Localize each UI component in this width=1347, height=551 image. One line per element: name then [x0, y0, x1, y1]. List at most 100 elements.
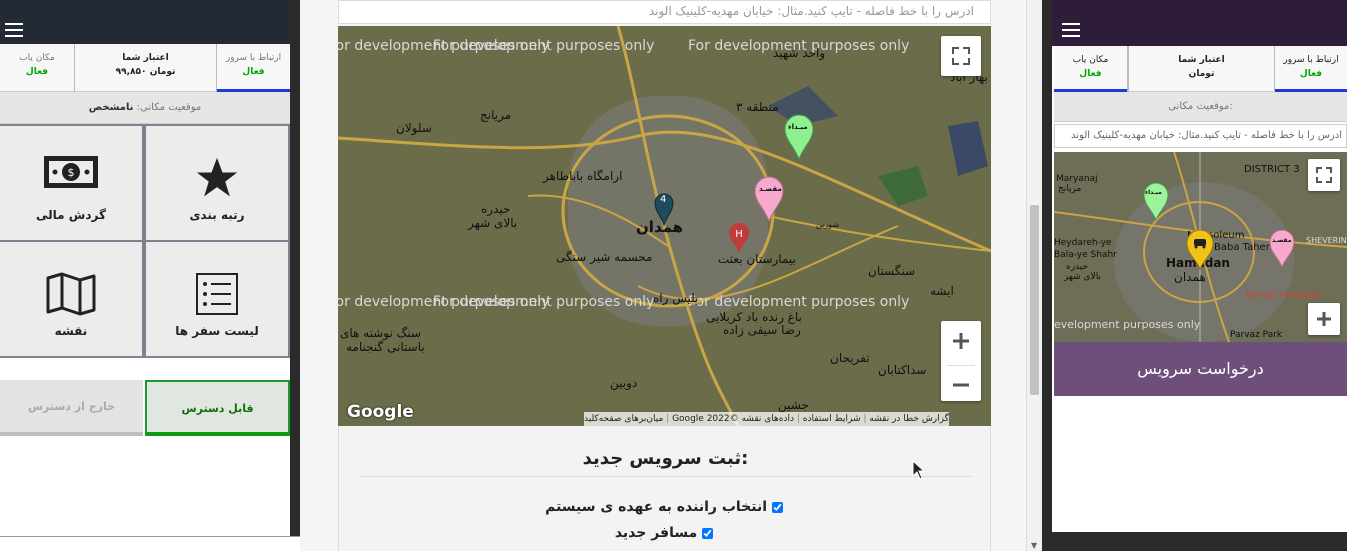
checkbox-new-passenger-label: مسافر جدید	[614, 525, 698, 541]
available-button[interactable]: قابل دسترس	[145, 380, 290, 436]
destination-marker-label: مقصـد	[1272, 237, 1292, 244]
tab-gps-status: فعال	[25, 67, 49, 77]
tab-gps[interactable]: مکان یاب فعال	[1054, 46, 1128, 92]
map-label: شورین	[816, 220, 840, 229]
zoom-in-icon	[1317, 312, 1331, 326]
dev-watermark: evelopment purposes only	[1054, 318, 1201, 331]
map-label: محسمه شیر سنگی	[556, 250, 653, 264]
map-label: تفریجان	[830, 351, 870, 365]
main-map[interactable]: For development purposes only For develo…	[338, 26, 991, 426]
map-label: دوبین	[610, 376, 638, 390]
tab-server[interactable]: ارتباط با سرور فعال	[216, 44, 290, 92]
scrollbar-thumb[interactable]	[1030, 205, 1039, 395]
mini-map[interactable]: DISTRICT 3 Maryanaj مریانج Mausoleum Bab…	[1054, 152, 1347, 342]
checkbox-new-passenger[interactable]: مسافر جدید	[539, 525, 789, 541]
left-app-header	[0, 0, 290, 44]
mouse-cursor-icon	[912, 460, 926, 480]
map-label: منطقه ۳	[736, 100, 779, 114]
tab-credit-title: اعتبار شما	[1178, 55, 1225, 65]
dev-watermark: For development purposes only	[433, 294, 655, 310]
zoom-out-icon[interactable]	[941, 366, 981, 405]
tab-gps-status: فعال	[1079, 69, 1102, 79]
scroll-down-icon[interactable]: ▼	[1031, 541, 1037, 550]
location-row: موقعیت مکانی: نامشخص	[0, 92, 290, 124]
menu-finance[interactable]: $ گردش مالی	[0, 124, 144, 242]
checkbox-auto-driver[interactable]: انتخاب راننده به عهده ی سیستم	[539, 499, 789, 515]
map-label: سنگستان	[868, 264, 916, 278]
zoom-in-button[interactable]	[1308, 303, 1340, 335]
origin-marker-label: مبـداء	[788, 123, 808, 131]
attribution-data: داده‌های نقشه ©2022 Google	[672, 414, 795, 424]
map-label: سنگ نوشته های	[340, 326, 422, 340]
map-label: همدان	[1174, 270, 1206, 284]
origin-marker[interactable]	[784, 114, 814, 160]
zoom-in-icon[interactable]	[941, 321, 981, 361]
tab-credit[interactable]: اعتبار شما تومان	[1128, 46, 1274, 92]
form-title: ثبت سرویس جدید:	[582, 448, 749, 469]
checkbox-auto-driver-label: انتخاب راننده به عهده ی سیستم	[545, 499, 768, 515]
right-app-blank-area	[1054, 396, 1347, 532]
menu-map[interactable]: نقشه	[0, 240, 144, 358]
menu-map-label: نقشه	[54, 324, 88, 338]
checkbox-auto-driver-box[interactable]	[771, 501, 783, 513]
tab-server[interactable]: ارتباط با سرور فعال	[1274, 46, 1347, 92]
map-label: DISTRICT 3	[1244, 164, 1300, 175]
cluster-count: 4	[660, 194, 667, 205]
fullscreen-button[interactable]	[941, 36, 981, 76]
left-bottom-bar	[0, 536, 300, 551]
map-label: Baba Taher	[1214, 242, 1270, 253]
attribution-report[interactable]: گزارش خطا در نقشه	[869, 414, 949, 424]
tab-gps[interactable]: مکان یاب فعال	[0, 44, 74, 92]
taxi-marker[interactable]	[1186, 230, 1214, 270]
right-app-header	[1052, 0, 1347, 46]
availability-buttons: خارج از دسترس قابل دسترس	[0, 380, 290, 436]
tab-server-title: ارتباط با سرور	[225, 53, 282, 63]
address-input[interactable]: ادرس را با خط فاصله - تایپ کنید.مثال: خی…	[1054, 124, 1347, 148]
fullscreen-icon	[1316, 167, 1332, 183]
location-label: موقعیت مکانی:	[136, 102, 202, 113]
attribution-terms[interactable]: شرایط استفاده	[803, 414, 861, 424]
map-icon	[46, 272, 96, 316]
new-service-form: ثبت سرویس جدید: انتخاب راننده به عهده ی …	[338, 426, 991, 551]
right-phone-bottom	[1052, 532, 1347, 551]
map-label: حیدره	[1066, 262, 1089, 272]
unavailable-button[interactable]: خارج از دسترس	[0, 380, 143, 436]
tab-credit-value: ۹۹,۸۵۰ تومان	[115, 67, 176, 77]
star-icon	[196, 157, 238, 197]
map-label: بیمارستان بعثت	[718, 252, 796, 266]
map-label: رضا سیفی زاده	[723, 323, 801, 337]
dev-watermark: For development purposes only	[688, 294, 910, 310]
checkbox-new-passenger-box[interactable]	[702, 527, 714, 539]
google-logo: Google	[347, 402, 414, 422]
money-icon: $	[44, 156, 98, 188]
tab-credit[interactable]: اعتبار شما ۹۹,۸۵۰ تومان	[74, 44, 216, 92]
page-scrollbar[interactable]: ▼	[1026, 0, 1042, 551]
menu-icon[interactable]	[5, 23, 23, 37]
menu-rating-label: رتبه بندی	[189, 208, 245, 222]
menu-finance-label: گردش مالی	[36, 208, 106, 222]
map-label: پلیس راه	[653, 291, 699, 305]
destination-marker[interactable]	[1269, 230, 1295, 268]
map-label: بالای شهر	[468, 216, 518, 230]
address-input[interactable]: ادرس را با خط فاصله - تایپ کنید.مثال: خی…	[338, 0, 991, 24]
tab-gps-title: مکان یاب	[19, 53, 55, 63]
menu-icon[interactable]	[1062, 23, 1080, 37]
map-label: سلولان	[396, 121, 432, 135]
destination-marker[interactable]	[754, 176, 784, 222]
list-icon	[196, 273, 238, 315]
fullscreen-icon	[952, 47, 970, 65]
fullscreen-button[interactable]	[1308, 159, 1340, 191]
hospital-icon: H	[729, 223, 749, 253]
menu-rating[interactable]: رتبه بندی	[144, 124, 290, 242]
map-label: SHEVERIN	[1306, 236, 1347, 245]
attribution-shortcuts[interactable]: میان‌برهای صفحه‌کلید	[584, 414, 663, 424]
origin-marker-label: مبـداء	[1145, 189, 1162, 196]
menu-trips[interactable]: لیست سفر ها	[144, 240, 290, 358]
tab-credit-value: تومان	[1188, 69, 1215, 79]
map-label: Heydareh-ye	[1054, 238, 1112, 248]
map-label: Be'sat Hospital	[1246, 290, 1321, 301]
svg-text:H: H	[735, 229, 743, 240]
request-service-button[interactable]: درخواست سرویس	[1054, 342, 1347, 396]
map-label: جشین	[778, 398, 809, 412]
menu-grid: $ گردش مالی رتبه بندی نقشه لیست سفر ها	[0, 124, 290, 358]
